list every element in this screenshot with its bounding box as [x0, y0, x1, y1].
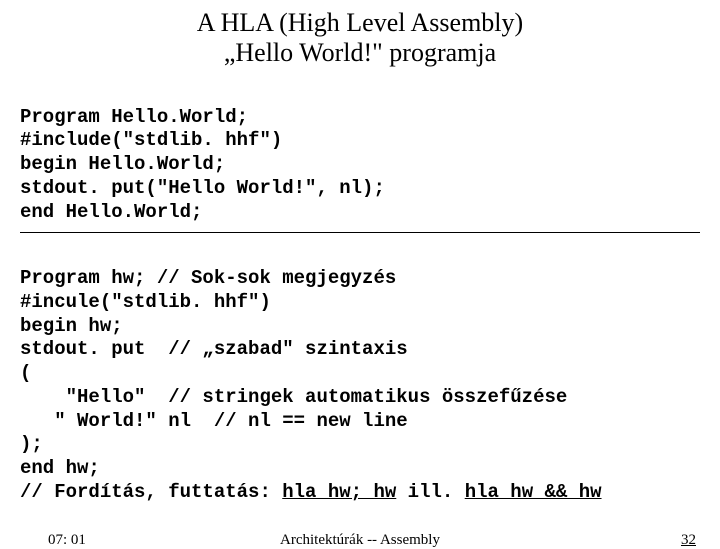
- code2-l1: Program hw; // Sok-sok megjegyzés: [20, 267, 396, 289]
- code1-l3: begin Hello.World;: [20, 153, 225, 175]
- code2-l4: stdout. put // „szabad" szintaxis: [20, 338, 408, 360]
- code2-l10a: // Fordítás, futtatás:: [20, 481, 282, 503]
- code1-l2: #include("stdlib. hhf"): [20, 129, 282, 151]
- slide-title: A HLA (High Level Assembly) „Hello World…: [20, 8, 700, 68]
- code2-l2: #incule("stdlib. hhf"): [20, 291, 271, 313]
- divider: [20, 232, 700, 233]
- code1-l4: stdout. put("Hello World!", nl);: [20, 177, 385, 199]
- title-line-1: A HLA (High Level Assembly): [197, 8, 523, 37]
- code1-l5: end Hello.World;: [20, 201, 202, 223]
- footer-center: Architektúrák -- Assembly: [0, 532, 720, 549]
- code2-l7: " World!" nl // nl == new line: [20, 410, 408, 432]
- code2-l10c: ill.: [396, 481, 464, 503]
- code2-l10d: hla hw && hw: [465, 481, 602, 503]
- code-block-1: Program Hello.World; #include("stdlib. h…: [20, 82, 700, 225]
- code1-l1: Program Hello.World;: [20, 106, 248, 128]
- code-block-2: Program hw; // Sok-sok megjegyzés #incul…: [20, 243, 700, 504]
- code2-l3: begin hw;: [20, 315, 123, 337]
- footer-page: 32: [681, 532, 696, 549]
- code2-l9: end hw;: [20, 457, 100, 479]
- code2-l10b: hla hw; hw: [282, 481, 396, 503]
- code2-l5: (: [20, 362, 31, 384]
- code2-l8: );: [20, 433, 43, 455]
- code2-l6: "Hello" // stringek automatikus összefűz…: [20, 386, 567, 408]
- title-line-2: „Hello World!" programja: [224, 38, 496, 67]
